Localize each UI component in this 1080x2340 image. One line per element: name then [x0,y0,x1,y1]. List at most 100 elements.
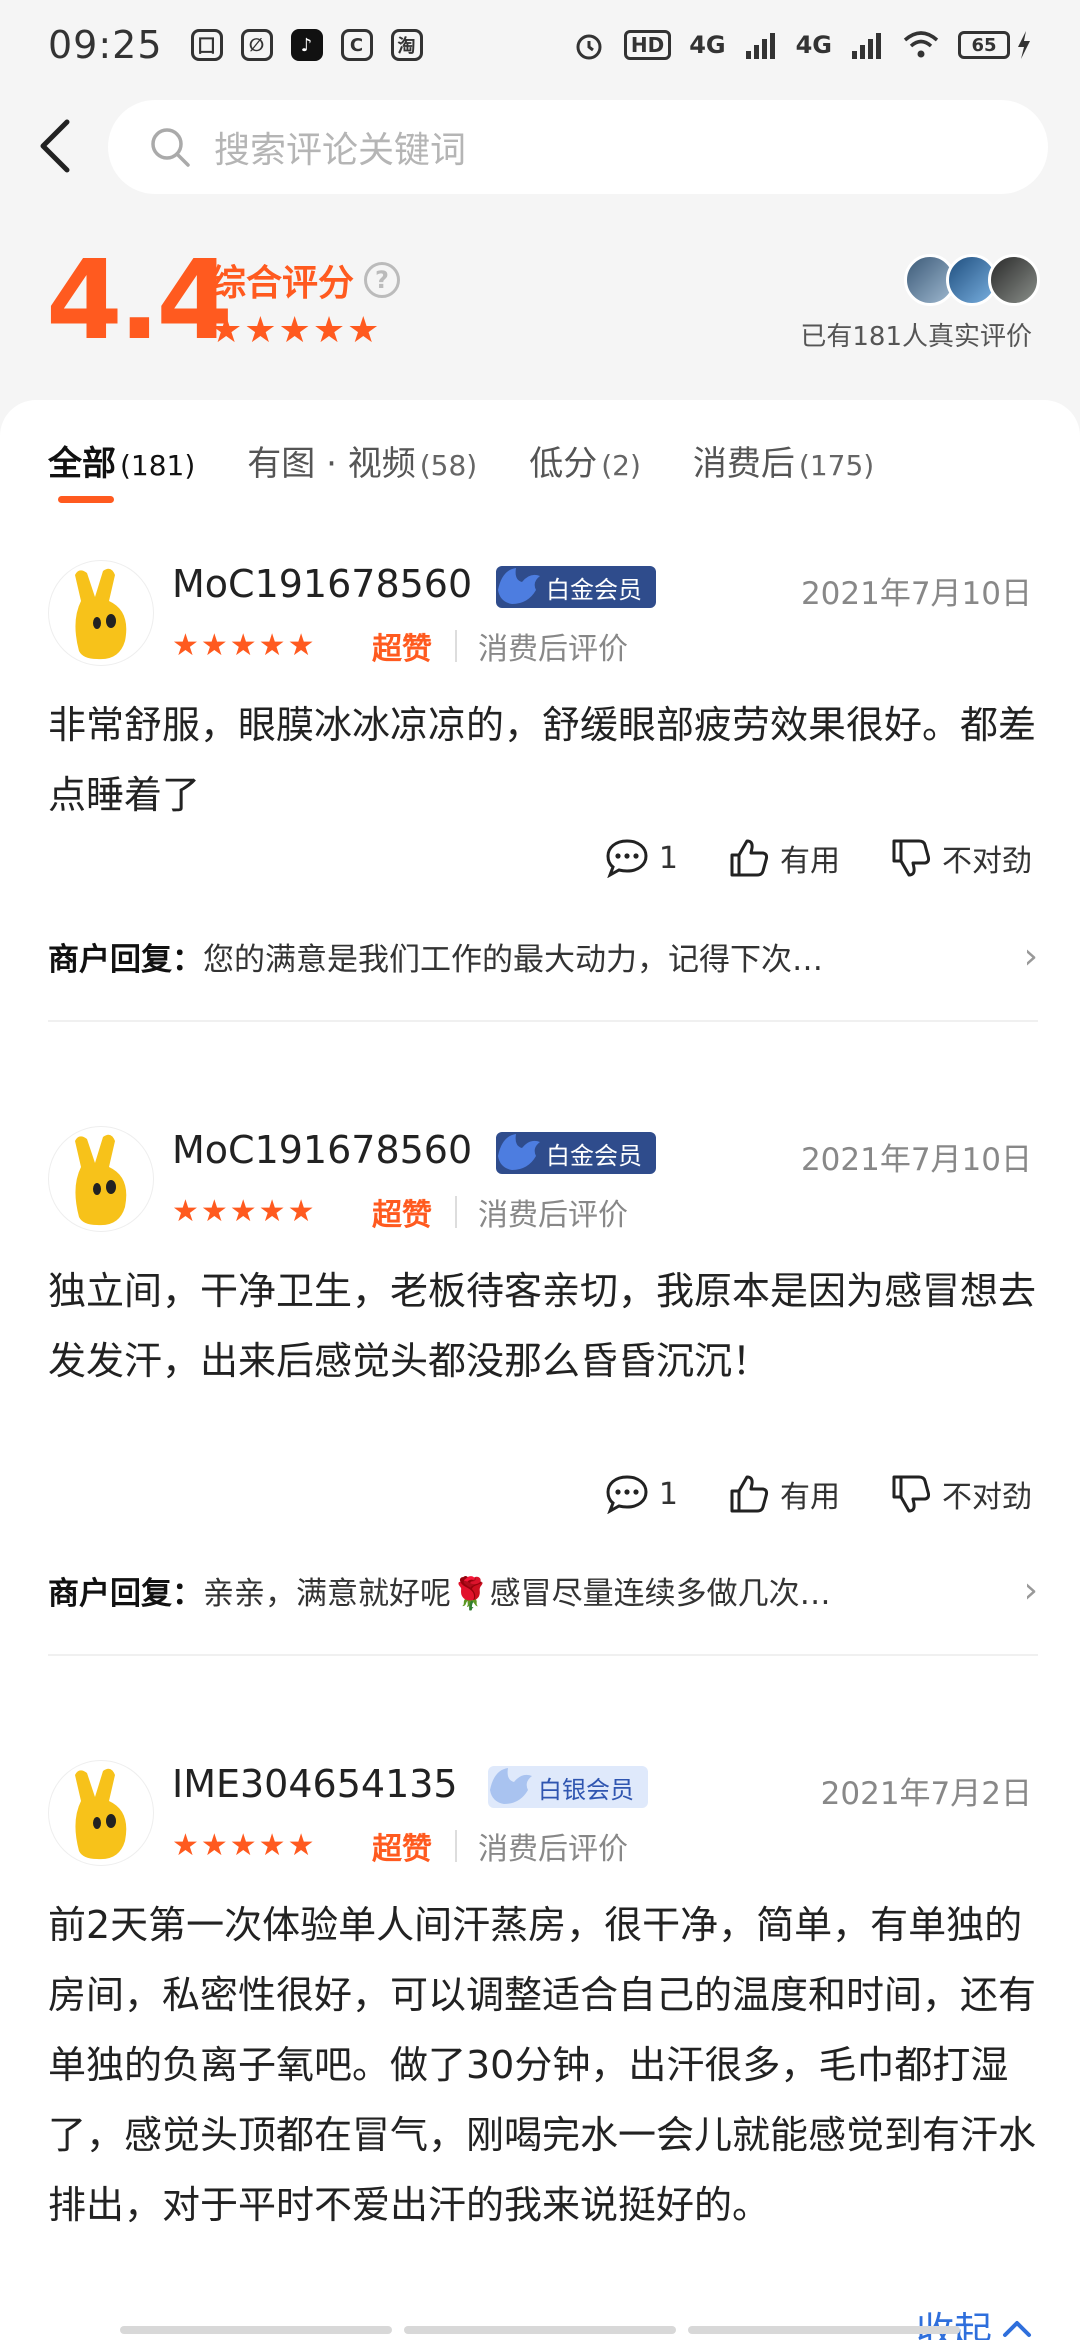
reviewer-name[interactable]: MoC191678560 [172,562,472,606]
member-badge-icon [498,568,540,604]
member-badge: 白银会员 [488,1766,648,1808]
signal-2-label: 4G [795,31,832,59]
not-useful-button[interactable]: 不对劲 [890,1472,1032,1516]
signal-icon [745,33,775,59]
tab-photos-videos[interactable]: 有图 · 视频 (58) [247,436,477,485]
chevron-up-icon [1003,2320,1031,2337]
divider [455,1830,457,1862]
review-level: 超赞 [372,632,432,667]
comment-count: 1 [658,840,678,876]
back-button[interactable] [0,96,110,196]
tab-label: 消费后 [692,444,795,484]
tab-label: 低分 [529,444,598,484]
reviewer-avatars[interactable] [904,254,1040,306]
alarm-icon [576,34,602,60]
comment-button[interactable]: 1 [605,838,678,878]
leaf-icon: ∅ [240,29,273,61]
review-stars: ★★★★★ [172,628,317,663]
overall-score: 4.4 [46,236,233,364]
tab-count: (58) [419,449,478,482]
review-tag: 消费后评价 [478,1832,628,1867]
comment-count: 1 [658,1476,678,1512]
merchant-reply[interactable]: 商户回复： 亲亲，满意就好呢🌹感冒尽量连续多做几次… › [48,1568,1038,1613]
avatar [988,254,1040,306]
not-useful-button[interactable]: 不对劲 [890,836,1032,880]
divider [455,1196,457,1228]
review-text: 前2天第一次体验单人间汗蒸房，很干净，简单，有单独的房间，私密性很好，可以调整适… [48,1903,1037,2227]
not-useful-label: 不对劲 [942,1480,1032,1515]
collapse-label: 收起 [915,2309,992,2340]
not-useful-label: 不对劲 [942,844,1032,879]
review-date: 2021年7月2日 [820,1776,1032,1812]
avatar[interactable] [48,560,154,666]
member-badge: 白金会员 [496,1132,656,1174]
overall-stars: ★★★★★ [210,310,382,351]
signal-icon-2 [852,33,881,59]
useful-button[interactable]: 有用 [728,1472,840,1516]
tab-after-purchase[interactable]: 消费后 (175) [693,436,874,485]
merchant-reply-label: 商户回复： [48,1576,203,1612]
c-icon: C [340,29,373,61]
chevron-right-icon: › [1023,1570,1038,1611]
merchant-reply-text: 亲亲，满意就好呢🌹感冒尽量连续多做几次… [203,1576,831,1612]
useful-button[interactable]: 有用 [728,836,840,880]
review-tag: 消费后评价 [478,1198,628,1233]
collapse-button[interactable]: 收起 [916,2300,1032,2340]
filter-tabs: 全部 (181) 有图 · 视频 (58) 低分 (2) 消费后 (175) [48,436,874,485]
member-badge-label: 白金会员 [546,575,642,604]
tab-low-score[interactable]: 低分 (2) [529,436,641,485]
avatar[interactable] [48,1126,154,1232]
reviewer-name[interactable]: IME304654135 [172,1762,458,1806]
charging-icon [1018,31,1030,59]
review-date: 2021年7月10日 [800,1142,1032,1178]
status-indicators: HD 4G 4G 65 [572,28,1032,62]
member-badge-icon [490,1768,532,1804]
comment-button[interactable]: 1 [605,1474,678,1514]
rating-label-row: 综合评分 ? [210,254,401,306]
help-icon[interactable]: ? [364,262,401,298]
status-bar: 09:25 囗 ∅ ♪ C 淘 HD 4G 4G 65 [0,0,1080,90]
review-stars: ★★★★★ [172,1194,317,1229]
comment-icon [606,1475,648,1514]
reviews-card: 全部 (181) 有图 · 视频 (58) 低分 (2) 消费后 (175) MoC19… [0,400,1080,2340]
merchant-reply-text: 您的满意是我们工作的最大动力，记得下次… [203,942,823,978]
rating-summary: 4.4 综合评分 ? ★★★★★ 已有181人真实评价 [0,240,1080,380]
comment-icon [606,839,648,878]
search-icon [148,117,208,177]
review-tag: 消费后评价 [478,632,628,667]
status-time: 09:25 [48,23,163,67]
chevron-right-icon: › [1023,936,1038,977]
rating-label: 综合评分 [210,263,355,304]
status-app-icons: 囗 ∅ ♪ C 淘 [190,29,423,61]
reviewer-name[interactable]: MoC191678560 [172,1128,472,1172]
tab-count: (175) [798,449,875,482]
avatar[interactable] [48,1760,154,1866]
tab-count: (2) [601,449,641,482]
wifi-icon [903,31,939,58]
back-arrow-icon [40,119,70,173]
review-text: 非常舒服，眼膜冰冰凉凉的，舒缓眼部疲劳效果很好。都差点睡着了 [48,703,1037,817]
member-badge: 白金会员 [496,566,656,608]
real-review-count[interactable]: 已有181人真实评价 [800,316,1032,353]
divider [48,1654,1038,1656]
battery-level: 65 [958,31,1010,59]
search-input[interactable]: 搜索评论关键词 [108,100,1048,194]
divider [455,630,457,662]
review-level: 超赞 [372,1198,432,1233]
merchant-reply[interactable]: 商户回复： 您的满意是我们工作的最大动力，记得下次… › [48,934,1038,979]
divider [48,1020,1038,1022]
tab-count: (181) [120,449,196,482]
tab-all[interactable]: 全部 (181) [48,436,195,485]
thumbs-down-icon [892,1475,931,1513]
review-date: 2021年7月10日 [800,576,1032,612]
review-stars: ★★★★★ [172,1828,317,1863]
member-badge-icon [498,1134,540,1170]
thumbs-down-icon [892,839,931,877]
useful-label: 有用 [780,1480,840,1515]
thumbs-up-icon [730,839,769,877]
hd-indicator: HD [623,30,672,60]
taobao-icon: 淘 [390,29,423,61]
signal-1-label: 4G [689,31,726,59]
review-actions: 1 有用 不对劲 [605,1472,1032,1516]
review-text: 独立间，干净卫生，老板待客亲切，我原本是因为感冒想去发发汗，出来后感觉头都没那么… [48,1269,1037,1383]
